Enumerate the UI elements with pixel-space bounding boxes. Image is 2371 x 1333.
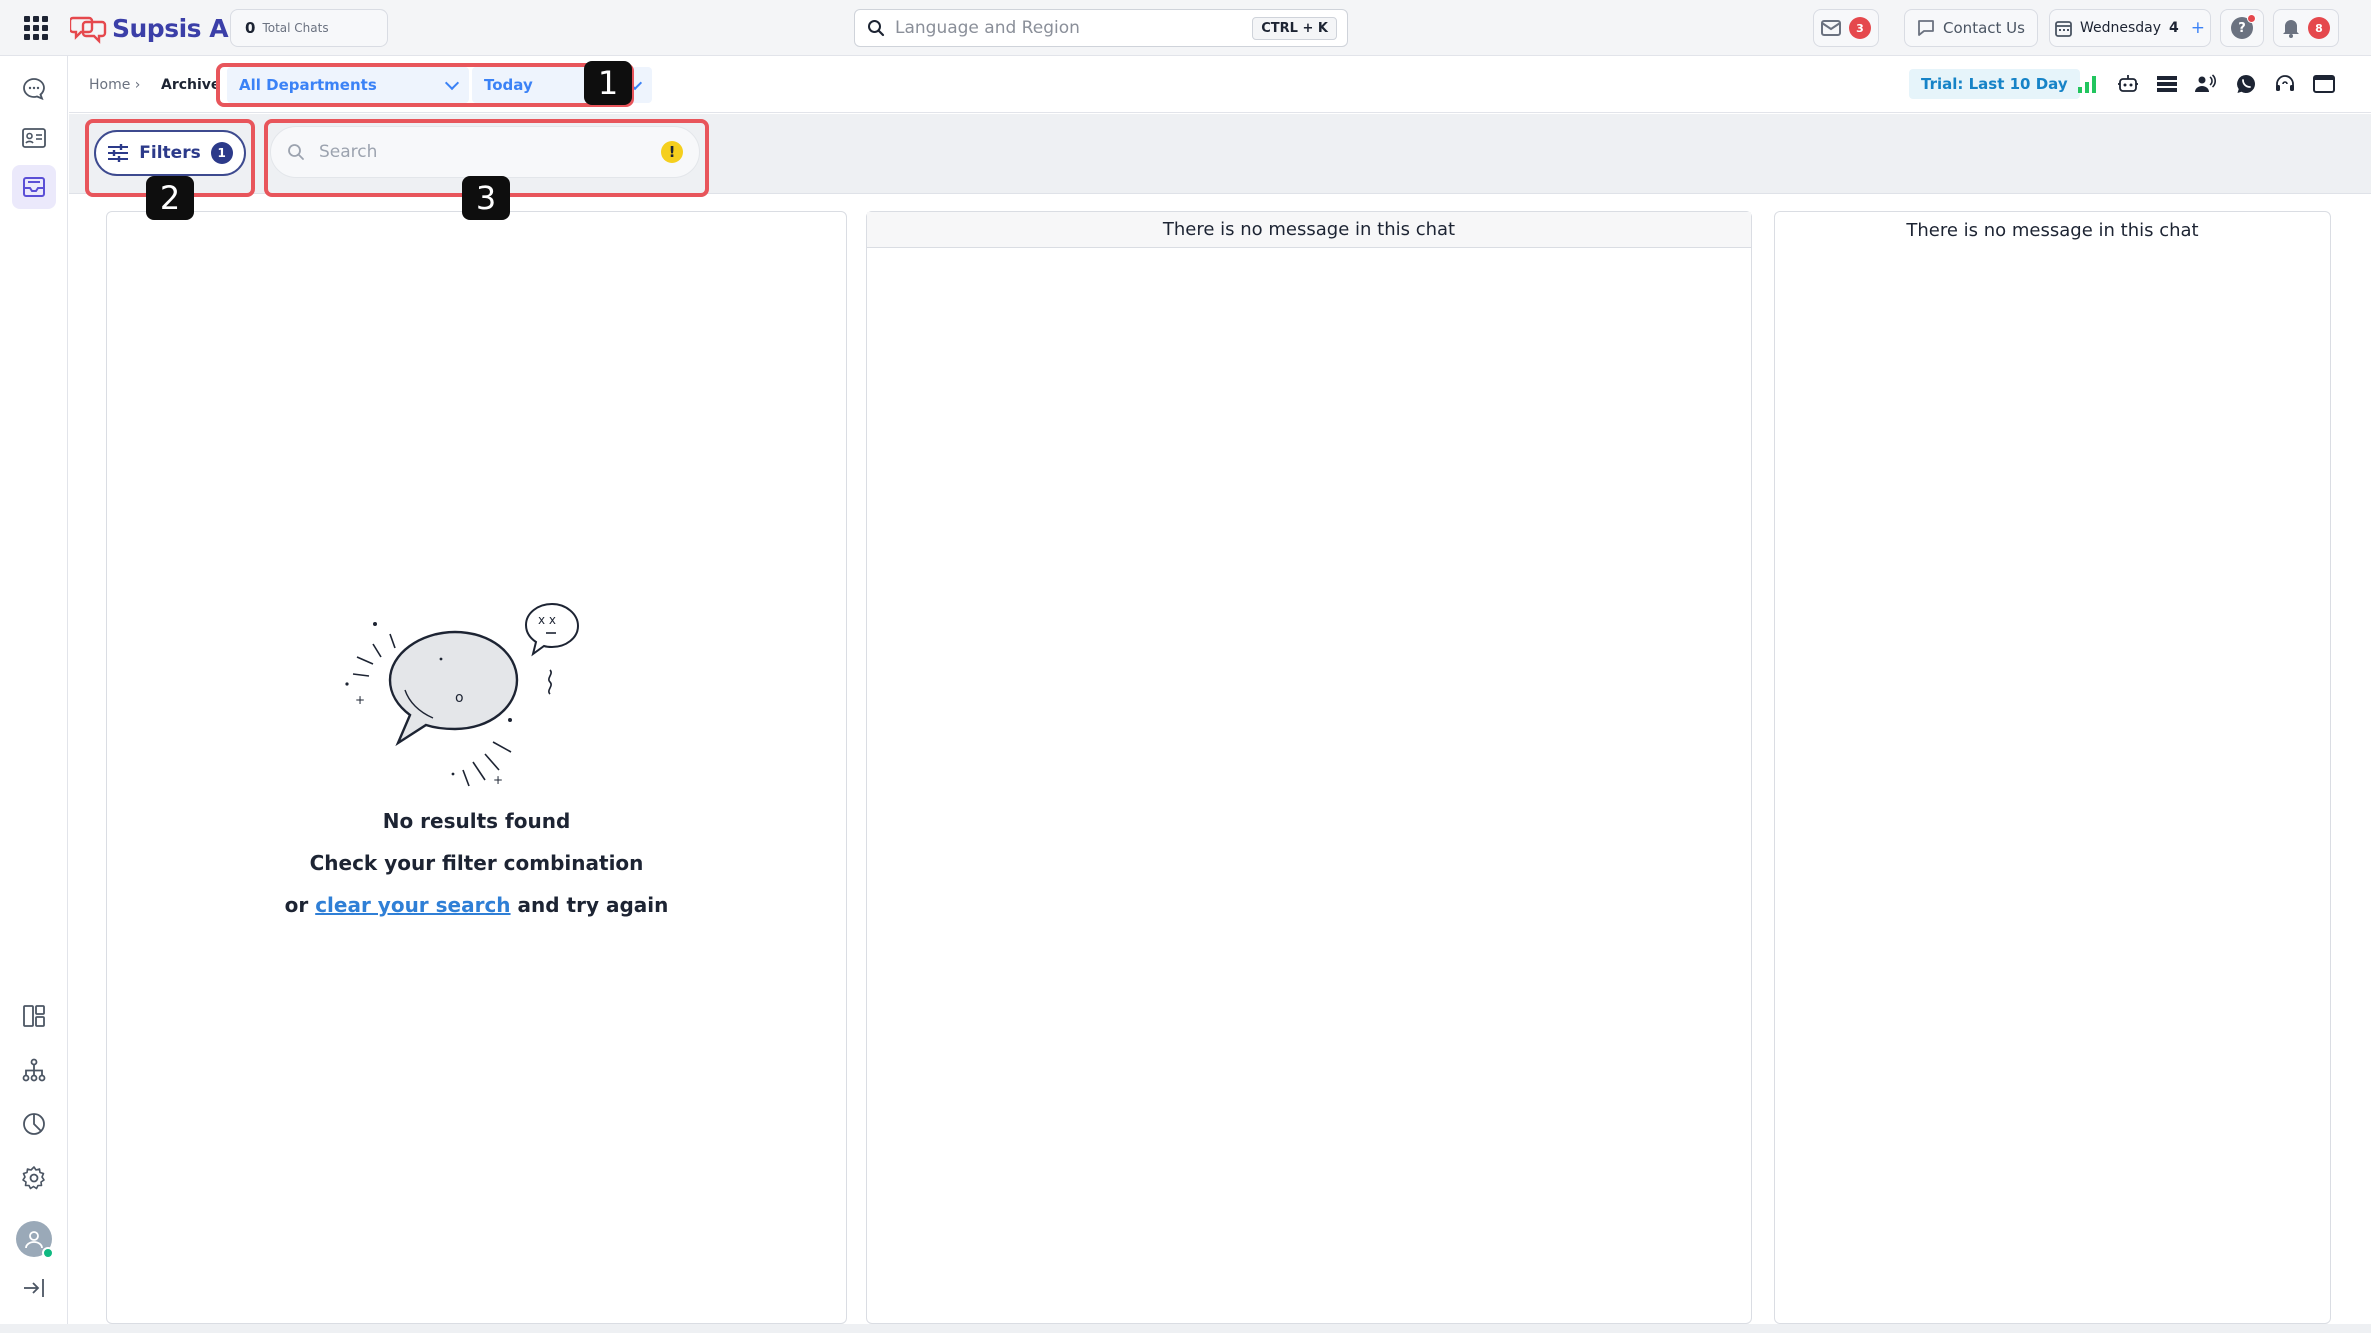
date-day-label: Wednesday xyxy=(2079,20,2162,36)
sliders-icon xyxy=(108,144,129,162)
sidebar-item-hierarchy[interactable] xyxy=(12,1048,56,1092)
team-voice-button[interactable] xyxy=(2193,71,2219,97)
bot-button[interactable] xyxy=(2115,71,2141,97)
svg-text:+: + xyxy=(493,773,503,787)
empty-state-subtitle: Check your filter combination xyxy=(309,851,644,875)
user-silhouette-icon xyxy=(25,1231,43,1249)
empty-state: No results found Check your filter combi… xyxy=(107,809,846,935)
annotation-label-2: 2 xyxy=(146,176,194,220)
empty-chat-illustration: o x x + + xyxy=(345,602,580,787)
support-headset-button[interactable] xyxy=(2272,71,2298,97)
pie-chart-icon xyxy=(23,1113,45,1135)
contact-us-label: Contact Us xyxy=(1943,19,2025,37)
annotation-label-1: 1 xyxy=(584,61,632,105)
date-number: 4 xyxy=(2169,20,2179,36)
logo-bubbles-icon xyxy=(70,16,107,44)
whatsapp-button[interactable] xyxy=(2233,71,2259,97)
signal-bars-icon xyxy=(2078,76,2096,93)
logout-icon xyxy=(24,1279,44,1297)
sidebar-item-settings[interactable] xyxy=(12,1156,56,1200)
chat-search-input[interactable] xyxy=(319,142,661,162)
chat-messages-empty-text: There is no message in this chat xyxy=(867,212,1751,248)
window-button[interactable] xyxy=(2311,71,2337,97)
empty-state-hint: or clear your search and try again xyxy=(107,893,846,917)
bell-icon xyxy=(2283,20,2299,38)
help-icon: ? xyxy=(2231,14,2256,39)
global-search-bar[interactable]: Language and Region CTRL + K xyxy=(854,9,1348,47)
inbox-button[interactable]: 3 xyxy=(1813,9,1879,47)
breadcrumb-current: Archive xyxy=(161,77,221,93)
svg-text:+: + xyxy=(355,693,365,707)
sidebar-item-chats[interactable] xyxy=(12,67,56,111)
layout-panels-icon xyxy=(23,1005,45,1027)
empty-state-prefix: or xyxy=(284,893,309,917)
total-chats-count: 0 xyxy=(245,19,256,37)
chat-details-panel: There is no message in this chat xyxy=(1774,211,2331,1324)
top-bar: Supsis Ai 0 Total Chats Language and Reg… xyxy=(0,0,2371,56)
empty-state-title: No results found xyxy=(382,809,571,833)
bottom-strip xyxy=(0,1324,2371,1333)
sub-header: Home › Archive All Departments Today Tri… xyxy=(69,57,2371,113)
help-button[interactable]: ? xyxy=(2220,9,2264,47)
inbox-count-badge: 3 xyxy=(1849,17,1871,39)
online-status-dot xyxy=(42,1247,54,1259)
chat-search-box[interactable]: ! xyxy=(270,126,700,178)
bot-icon xyxy=(2118,75,2138,92)
sidebar-item-reports[interactable] xyxy=(12,1102,56,1146)
contact-us-button[interactable]: Contact Us xyxy=(1904,9,2038,47)
annotation-label-3: 3 xyxy=(462,176,510,220)
headset-icon xyxy=(2276,75,2294,91)
search-shortcut-badge: CTRL + K xyxy=(1252,16,1337,40)
inbox-archive-icon xyxy=(23,177,45,197)
warning-icon[interactable]: ! xyxy=(661,141,683,163)
add-event-icon[interactable]: + xyxy=(2191,18,2205,38)
total-chats-label: Total Chats xyxy=(262,21,329,35)
date-range-dropdown-value: Today xyxy=(484,76,533,94)
mail-check-icon xyxy=(1821,20,1841,36)
settings-gear-icon xyxy=(22,1166,45,1190)
message-square-icon xyxy=(1918,20,1934,36)
notifications-count-badge: 8 xyxy=(2308,17,2330,39)
contact-card-icon xyxy=(22,128,46,148)
calendar-icon xyxy=(2055,20,2072,37)
filters-count-badge: 1 xyxy=(210,142,233,164)
sidebar-item-layout[interactable] xyxy=(12,994,56,1038)
users-speaking-icon xyxy=(2195,74,2217,92)
user-avatar[interactable] xyxy=(16,1221,54,1259)
filters-label: Filters xyxy=(139,143,201,163)
left-sidebar xyxy=(0,56,68,1333)
list-view-button[interactable] xyxy=(2154,71,2180,97)
window-icon xyxy=(2313,75,2335,93)
svg-text:x x: x x xyxy=(538,613,556,627)
signal-bars-button[interactable] xyxy=(2075,71,2101,97)
chat-messages-panel: There is no message in this chat xyxy=(866,211,1752,1324)
breadcrumb-home[interactable]: Home › xyxy=(89,77,140,93)
search-icon xyxy=(868,20,885,37)
sidebar-item-contacts[interactable] xyxy=(12,116,56,160)
brand-logo[interactable]: Supsis Ai xyxy=(70,12,237,44)
department-dropdown-value: All Departments xyxy=(239,76,377,94)
total-chats-counter[interactable]: 0 Total Chats xyxy=(230,9,388,47)
brand-name: Supsis Ai xyxy=(112,13,237,43)
sidebar-item-logout[interactable] xyxy=(12,1266,56,1310)
global-search-placeholder: Language and Region xyxy=(895,18,1080,38)
chat-bubble-icon xyxy=(23,78,45,101)
trial-badge[interactable]: Trial: Last 10 Day xyxy=(1909,69,2080,99)
notifications-button[interactable]: 8 xyxy=(2273,9,2339,47)
chat-list-panel: o x x + + No results found Check your fi… xyxy=(106,211,847,1324)
filters-button[interactable]: Filters 1 xyxy=(94,130,246,176)
org-tree-icon xyxy=(22,1058,46,1082)
whatsapp-icon xyxy=(2237,75,2255,93)
clear-search-link[interactable]: clear your search xyxy=(315,893,510,917)
list-icon xyxy=(2157,76,2177,92)
empty-state-suffix: and try again xyxy=(517,893,669,917)
filter-bar: Filters 1 ! xyxy=(69,114,2371,194)
svg-text:o: o xyxy=(455,690,464,706)
calendar-date-button[interactable]: Wednesday 4 + xyxy=(2049,9,2211,47)
search-icon xyxy=(288,144,304,160)
chevron-down-icon xyxy=(444,75,460,91)
chat-details-empty-text: There is no message in this chat xyxy=(1906,220,2199,241)
sidebar-item-archive[interactable] xyxy=(12,165,56,209)
app-grid-icon[interactable] xyxy=(24,16,48,40)
